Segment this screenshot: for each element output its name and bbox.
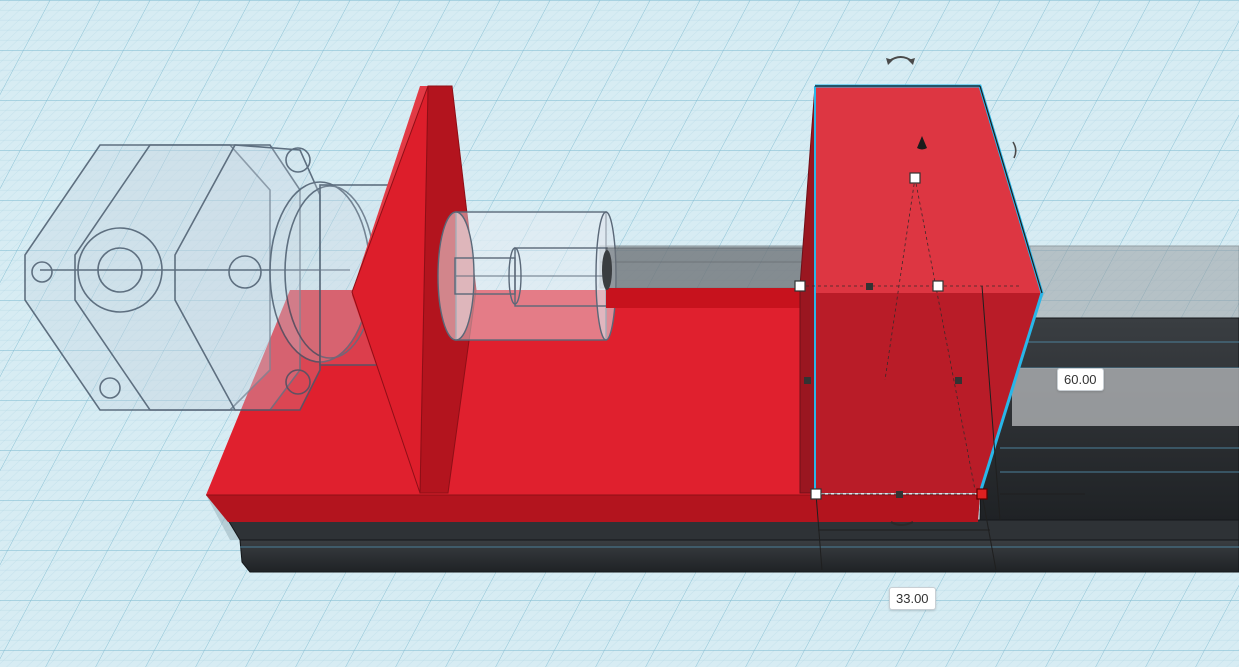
handle-corner-top-left[interactable] xyxy=(794,280,806,292)
handle-corner-bottom-left[interactable] xyxy=(810,488,822,500)
shaft-coupler[interactable] xyxy=(437,211,617,341)
handle-edge-bottom[interactable] xyxy=(896,491,903,498)
handle-top[interactable] xyxy=(909,172,921,184)
scene-3d[interactable] xyxy=(0,0,1239,667)
handle-corner-bottom-right[interactable] xyxy=(976,488,988,500)
handle-edge-right[interactable] xyxy=(955,377,962,384)
lead-screw[interactable] xyxy=(602,247,815,308)
height-dimension-input[interactable]: 60.00 xyxy=(1057,368,1104,391)
workplane-viewport[interactable]: 60.00 33.00 xyxy=(0,0,1239,667)
handle-edge-top[interactable] xyxy=(866,283,873,290)
width-dimension-input[interactable]: 33.00 xyxy=(889,587,936,610)
handle-edge-left[interactable] xyxy=(804,377,811,384)
handle-corner-top-right[interactable] xyxy=(932,280,944,292)
